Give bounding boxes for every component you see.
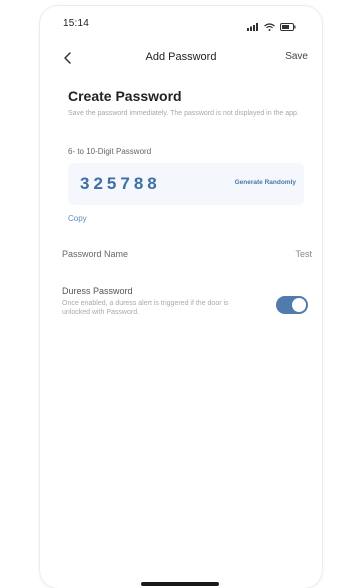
copy-button[interactable]: Copy [68,214,87,223]
home-indicator [141,582,219,586]
duress-password-toggle[interactable] [276,296,308,314]
generate-randomly-button[interactable]: Generate Randomly [235,179,296,186]
password-length-label: 6- to 10-Digit Password [68,147,152,156]
signal-icon [247,18,259,36]
navigation-bar: Add Password Save [40,46,322,70]
status-bar: 15:14 [40,6,322,40]
password-name-row[interactable]: Password Name Test [62,249,312,265]
create-password-description: Save the password immediately. The passw… [68,110,299,117]
save-button[interactable]: Save [285,51,308,62]
app-screen: 15:14 Add Password Save Create Password … [40,6,322,588]
battery-icon [280,18,296,36]
page-title: Add Password [145,51,217,63]
password-value: 325788 [80,174,161,193]
status-icons [247,18,296,36]
wifi-icon [264,18,275,36]
duress-password-description: Once enabled, a duress alert is triggere… [62,300,229,316]
create-password-heading: Create Password [68,88,182,104]
password-name-label: Password Name [62,249,129,259]
duress-password-label: Duress Password [62,286,133,296]
password-card: 325788 Generate Randomly [68,163,304,205]
password-name-value: Test [295,249,312,259]
status-time: 15:14 [63,18,90,29]
toggle-knob [292,298,306,312]
